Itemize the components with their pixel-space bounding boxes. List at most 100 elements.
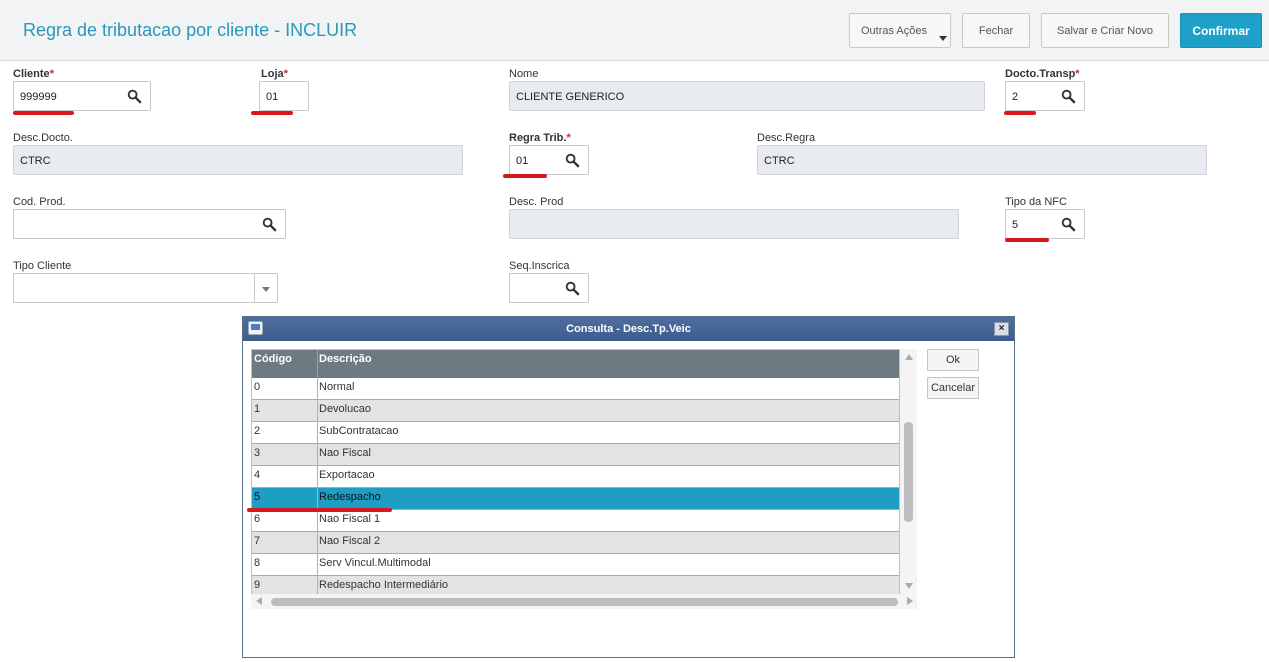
annotation-underline xyxy=(1005,238,1049,242)
scroll-up-icon[interactable] xyxy=(905,354,913,360)
annotation-underline xyxy=(251,111,293,115)
cell-codigo: 0 xyxy=(254,381,261,393)
cell-codigo: 6 xyxy=(254,513,261,525)
desc-docto-field: CTRC xyxy=(13,145,463,175)
column-divider xyxy=(317,422,318,444)
regra-trib-label: Regra Trib.* xyxy=(509,132,571,144)
cell-descricao: Devolucao xyxy=(319,403,371,415)
horizontal-scrollbar[interactable] xyxy=(251,594,917,609)
tipo-cliente-select[interactable] xyxy=(13,273,278,303)
annotation-underline xyxy=(247,508,392,512)
cancelar-button[interactable]: Cancelar xyxy=(927,377,979,399)
select-divider xyxy=(254,274,255,302)
outras-acoes-label: Outras Ações xyxy=(860,24,928,37)
table-row[interactable]: 0 Normal xyxy=(252,378,899,400)
cod-prod-field[interactable] xyxy=(13,209,286,239)
scroll-left-icon[interactable] xyxy=(256,597,262,605)
column-divider xyxy=(317,488,318,510)
docto-transp-label: Docto.Transp* xyxy=(1005,68,1080,80)
window-icon xyxy=(248,321,263,335)
tipo-nfc-field[interactable]: 5 xyxy=(1005,209,1085,239)
cell-codigo: 2 xyxy=(254,425,261,437)
desc-regra-field: CTRC xyxy=(757,145,1207,175)
column-divider xyxy=(317,554,318,576)
cell-codigo: 1 xyxy=(254,403,261,415)
desc-regra-value: CTRC xyxy=(764,155,795,167)
cell-descricao: Nao Fiscal 2 xyxy=(319,535,381,547)
docto-transp-field[interactable]: 2 xyxy=(1005,81,1085,111)
table-row[interactable]: 7 Nao Fiscal 2 xyxy=(252,532,899,554)
column-header-descricao[interactable]: Descrição xyxy=(319,353,372,365)
scroll-down-icon[interactable] xyxy=(905,583,913,589)
desc-docto-value: CTRC xyxy=(20,155,51,167)
tipo-cliente-label: Tipo Cliente xyxy=(13,260,72,272)
grid-header: Código Descrição xyxy=(252,350,899,378)
search-icon[interactable] xyxy=(1061,89,1076,104)
fechar-button[interactable]: Fechar xyxy=(962,13,1030,48)
nome-value: CLIENTE GENERICO xyxy=(516,91,625,103)
chevron-down-icon[interactable] xyxy=(262,287,270,292)
vertical-scrollbar[interactable] xyxy=(900,349,917,594)
search-icon[interactable] xyxy=(262,217,277,232)
table-row[interactable]: 5 Redespacho xyxy=(252,488,899,510)
search-icon[interactable] xyxy=(1061,217,1076,232)
cell-descricao: Redespacho Intermediário xyxy=(319,579,449,591)
nome-field: CLIENTE GENERICO xyxy=(509,81,985,111)
outras-acoes-button[interactable]: Outras Ações xyxy=(849,13,951,48)
search-icon[interactable] xyxy=(127,89,142,104)
cell-descricao: Exportacao xyxy=(319,469,375,481)
consulta-dialog: Consulta - Desc.Tp.Veic × Código Descriç… xyxy=(242,316,1015,658)
page-title: Regra de tributacao por cliente - INCLUI… xyxy=(23,20,358,40)
cliente-value: 999999 xyxy=(20,91,57,103)
desc-prod-label: Desc. Prod xyxy=(509,196,564,208)
table-row[interactable]: 6 Nao Fiscal 1 xyxy=(252,510,899,532)
table-row[interactable]: 8 Serv Vincul.Multimodal xyxy=(252,554,899,576)
cell-codigo: 7 xyxy=(254,535,261,547)
column-header-codigo[interactable]: Código xyxy=(254,353,292,365)
annotation-underline xyxy=(1004,111,1036,115)
column-divider xyxy=(317,510,318,532)
column-divider xyxy=(317,466,318,488)
regra-trib-field[interactable]: 01 xyxy=(509,145,589,175)
salvar-criar-novo-button[interactable]: Salvar e Criar Novo xyxy=(1041,13,1169,48)
table-row[interactable]: 4 Exportacao xyxy=(252,466,899,488)
cliente-field[interactable]: 999999 xyxy=(13,81,151,111)
table-row[interactable]: 3 Nao Fiscal xyxy=(252,444,899,466)
table-row[interactable]: 2 SubContratacao xyxy=(252,422,899,444)
cell-codigo: 9 xyxy=(254,579,261,591)
column-divider xyxy=(317,378,318,400)
caret-down-icon xyxy=(939,36,947,41)
table-row[interactable]: 1 Devolucao xyxy=(252,400,899,422)
dialog-titlebar: Consulta - Desc.Tp.Veic × xyxy=(243,317,1014,341)
cod-prod-label: Cod. Prod. xyxy=(13,196,66,208)
desc-prod-field xyxy=(509,209,959,239)
cell-descricao: Nao Fiscal 1 xyxy=(319,513,381,525)
annotation-underline xyxy=(503,174,547,178)
cell-descricao: Serv Vincul.Multimodal xyxy=(319,557,431,569)
loja-label: Loja* xyxy=(261,68,288,80)
tipo-nfc-value: 5 xyxy=(1012,219,1019,231)
loja-value: 01 xyxy=(266,91,279,103)
search-icon[interactable] xyxy=(565,153,580,168)
seq-inscrica-field[interactable] xyxy=(509,273,589,303)
search-icon[interactable] xyxy=(565,281,580,296)
nome-label: Nome xyxy=(509,68,539,80)
annotation-underline xyxy=(13,111,74,115)
ok-button[interactable]: Ok xyxy=(927,349,979,371)
desc-docto-label: Desc.Docto. xyxy=(13,132,73,144)
cell-descricao: Normal xyxy=(319,381,355,393)
scroll-thumb[interactable] xyxy=(271,598,898,606)
cell-codigo: 5 xyxy=(254,491,261,503)
tipo-nfc-label: Tipo da NFC xyxy=(1005,196,1067,208)
desc-regra-label: Desc.Regra xyxy=(757,132,816,144)
scroll-right-icon[interactable] xyxy=(907,597,913,605)
loja-field[interactable]: 01 xyxy=(259,81,309,111)
cell-descricao: Redespacho xyxy=(319,491,381,503)
regra-trib-value: 01 xyxy=(516,155,529,167)
scroll-thumb[interactable] xyxy=(904,422,913,522)
confirmar-button[interactable]: Confirmar xyxy=(1180,13,1262,48)
docto-transp-value: 2 xyxy=(1012,91,1019,103)
close-icon[interactable]: × xyxy=(994,322,1009,336)
seq-inscrica-label: Seq.Inscrica xyxy=(509,260,570,272)
cell-codigo: 3 xyxy=(254,447,261,459)
